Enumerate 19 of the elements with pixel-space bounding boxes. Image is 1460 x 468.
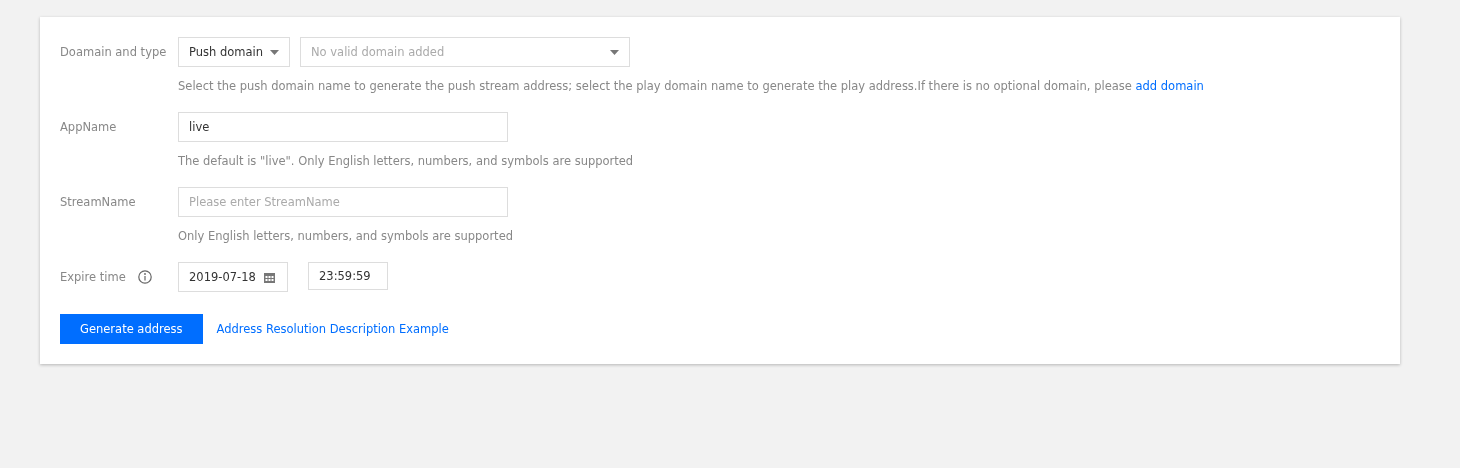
help-text: Select the push domain name to generate the push stream address; select the play domain name to generate the play address.If there is no optional domain, please add domain [178,78,1204,94]
calendar-icon [264,271,275,283]
field-label: AppName [60,119,118,136]
caret-icon [270,49,279,55]
field-label: StreamName [60,194,137,211]
type-dropdown[interactable]: Push domain [178,37,290,67]
example-link[interactable]: Address Resolution Description Example [216,322,449,336]
streamname-input[interactable]: Please enter StreamName [178,187,508,217]
help-text: The default is "live". Only English letters, numbers, and symbols are supported [178,153,634,169]
generate-address-button[interactable]: Generate address [60,314,203,344]
time-input[interactable]: 23:59:59 [308,262,388,290]
date-picker[interactable]: 2019-07-18 [178,262,288,292]
field-label: Doamain and type [60,44,168,61]
help-text: Only English letters, numbers, and symbols are supported [178,228,513,244]
field-label: Expire time [60,269,126,286]
appname-input[interactable]: live [178,112,508,142]
caret-icon [610,49,619,55]
info-icon[interactable] [137,270,152,284]
add-domain-link[interactable]: add domain [1135,79,1204,93]
